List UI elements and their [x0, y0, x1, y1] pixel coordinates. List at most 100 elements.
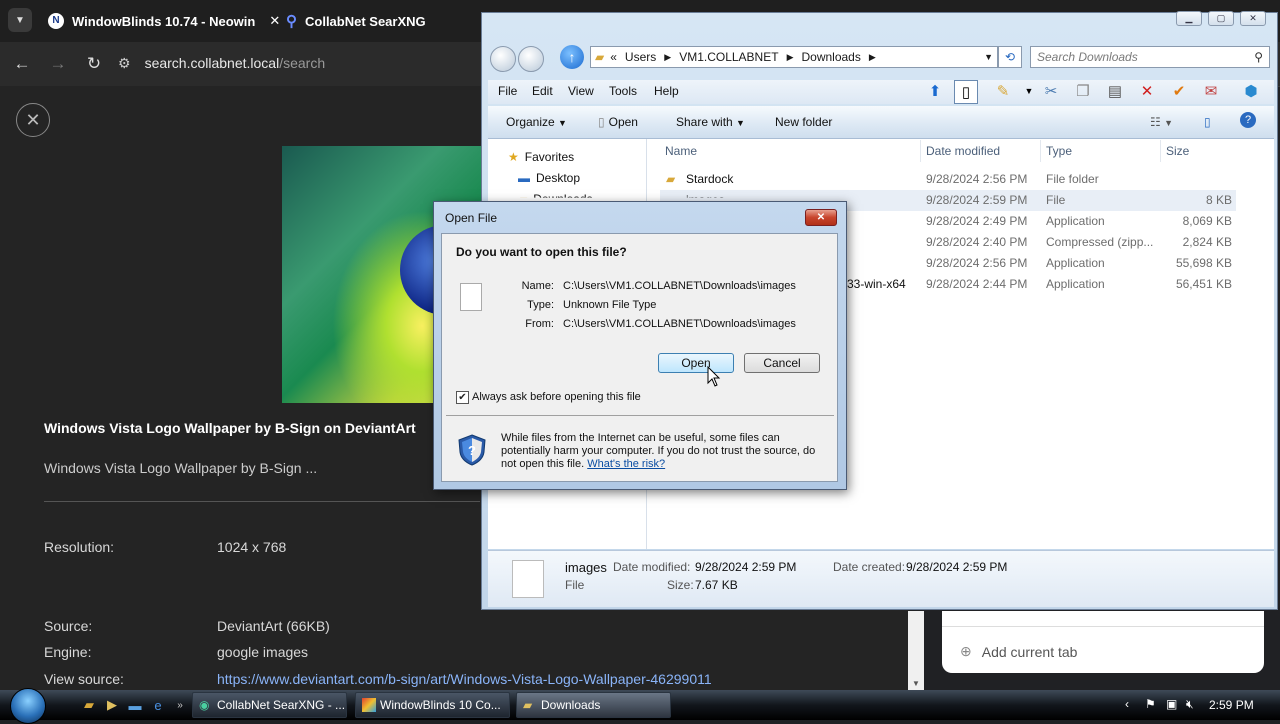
volume-muted-icon[interactable]: 🔇︎	[1186, 697, 1194, 712]
always-ask-label[interactable]: Always ask before opening this file	[472, 391, 641, 403]
resolution-label: Resolution:	[44, 539, 115, 555]
file-name: Stardock	[686, 172, 734, 186]
explorer-back-button[interactable]	[490, 46, 516, 72]
forward-button[interactable]: →	[46, 52, 70, 76]
network-icon[interactable]: ▣	[1166, 697, 1177, 711]
organize-button[interactable]: Organize ▼	[506, 115, 567, 129]
nav-favorites[interactable]: ★ Favorites	[508, 150, 574, 164]
always-ask-checkbox[interactable]: ✔	[456, 391, 469, 404]
menu-file[interactable]: File	[498, 84, 517, 98]
up-folder-icon[interactable]: ⬆	[924, 80, 946, 102]
tab-list-button[interactable]: ▼	[8, 8, 32, 32]
cut-icon[interactable]: ✂	[1040, 80, 1062, 102]
column-separator[interactable]	[1040, 140, 1041, 162]
url-bar[interactable]: ⚙ search.collabnet.local/search	[118, 49, 498, 77]
details-kind: File	[565, 578, 585, 592]
column-name[interactable]: Name	[665, 144, 697, 158]
media-quicklaunch-icon[interactable]: ▶	[104, 697, 120, 713]
arrow-right-icon: →	[49, 54, 67, 73]
help-icon[interactable]: ?	[1240, 112, 1256, 128]
details-date-created-label: Date created:	[833, 560, 906, 574]
ie-quicklaunch-icon[interactable]: e	[150, 697, 166, 713]
file-size: 8,069 KB	[1182, 214, 1232, 228]
nav-desktop[interactable]: ▬ Desktop	[518, 171, 580, 185]
dialog-open-button[interactable]: Open	[658, 353, 734, 373]
share-with-label: Share with	[676, 115, 733, 129]
file-date: 9/28/2024 2:59 PM	[926, 193, 1028, 207]
dropdown-icon[interactable]: ▼	[1018, 80, 1040, 102]
taskbar-windowblinds[interactable]: WindowBlinds 10 Co...	[355, 692, 510, 718]
folder-options-icon[interactable]: ✎	[992, 80, 1014, 102]
column-separator[interactable]	[920, 140, 921, 162]
taskbar-downloads[interactable]: ▰ Downloads	[516, 692, 671, 718]
start-button[interactable]	[10, 688, 46, 724]
column-type[interactable]: Type	[1046, 144, 1072, 158]
new-folder-button[interactable]: New folder	[775, 115, 832, 129]
view-source-link[interactable]: https://www.deviantart.com/b-sign/art/Wi…	[217, 671, 712, 687]
address-dropdown-icon[interactable]: ▼	[984, 52, 993, 62]
explorer-address-bar[interactable]: ▰ « Users ▶ VM1.COLLABNET ▶ Downloads ▶ ▼	[590, 46, 998, 68]
dialog-cancel-button[interactable]: Cancel	[744, 353, 820, 373]
tray-expand-icon[interactable]: ‹	[1125, 697, 1129, 711]
email-icon[interactable]: ✉	[1200, 80, 1222, 102]
close-icon[interactable]: ✕	[269, 13, 280, 29]
browser-icon: ◉	[199, 698, 210, 712]
explorer-up-button[interactable]: ↑	[560, 45, 584, 69]
delete-icon[interactable]: ✕	[1136, 80, 1158, 102]
column-separator[interactable]	[1160, 140, 1161, 162]
open-command-button[interactable]: ▯ Open	[598, 115, 638, 129]
column-date-modified[interactable]: Date modified	[926, 144, 1000, 158]
quicklaunch-more-icon[interactable]: »	[172, 697, 188, 713]
site-settings-icon[interactable]: ⚙	[118, 55, 131, 72]
breadcrumb-downloads[interactable]: Downloads	[801, 50, 860, 64]
explorer-details-pane	[488, 550, 1274, 607]
share-with-button[interactable]: Share with ▼	[676, 115, 745, 129]
menu-help[interactable]: Help	[654, 84, 679, 98]
menu-edit[interactable]: Edit	[532, 84, 553, 98]
internet-icon[interactable]: ⬢	[1240, 80, 1262, 102]
tab-searxng[interactable]: ⚲ CollabNet SearXNG	[286, 0, 426, 42]
maximize-button[interactable]: ▢	[1208, 11, 1234, 26]
file-date: 9/28/2024 2:40 PM	[926, 235, 1028, 249]
dialog-title: Open File	[445, 211, 498, 225]
dialog-close-button[interactable]: ✕	[805, 209, 837, 226]
properties-icon[interactable]: ✔	[1168, 80, 1190, 102]
close-icon: ✕	[1249, 13, 1257, 23]
preview-pane-icon[interactable]: ▯	[1204, 115, 1211, 129]
tab-neowin[interactable]: N WindowBlinds 10.74 - Neowin ✕	[48, 0, 280, 42]
dialog-from-value: C:\Users\VM1.COLLABNET\Downloads\images	[563, 318, 796, 330]
explorer-search-input[interactable]: Search Downloads ⚲	[1030, 46, 1270, 68]
result-title[interactable]: Windows Vista Logo Wallpaper by B-Sign o…	[44, 420, 416, 436]
reload-button[interactable]: ↻	[82, 52, 106, 76]
close-detail-button[interactable]: ✕	[16, 103, 50, 137]
close-icon: ✕	[816, 212, 826, 223]
copy-icon[interactable]: ❐	[1072, 80, 1094, 102]
taskbar-searxng[interactable]: ◉ CollabNet SearXNG - ...	[192, 692, 347, 718]
panes-icon[interactable]: ▯	[954, 80, 978, 104]
file-size: 8 KB	[1205, 193, 1232, 207]
explorer-refresh-button[interactable]: ⟲	[998, 46, 1022, 68]
minimize-button[interactable]: ▁	[1176, 11, 1202, 26]
menu-view[interactable]: View	[568, 84, 594, 98]
explorer-quicklaunch-icon[interactable]: ▰	[81, 697, 97, 713]
breadcrumb-users[interactable]: Users	[625, 50, 656, 64]
dialog-type-value: Unknown File Type	[563, 299, 657, 311]
add-current-tab-button[interactable]: ⊕ Add current tab	[960, 643, 1077, 660]
whats-the-risk-link[interactable]: What's the risk?	[587, 458, 665, 470]
folder-icon: ▰	[666, 172, 676, 186]
reload-icon: ↻	[86, 54, 102, 73]
show-desktop-icon[interactable]: ▬	[127, 697, 143, 713]
folder-icon: ▰	[595, 50, 605, 64]
taskbar-clock[interactable]: 2:59 PM	[1209, 698, 1254, 712]
paste-icon[interactable]: ▤	[1104, 80, 1126, 102]
menu-tools[interactable]: Tools	[609, 84, 637, 98]
breadcrumb-more[interactable]: «	[610, 50, 617, 64]
views-icon[interactable]: ☷ ▼	[1150, 115, 1173, 129]
explorer-forward-button[interactable]	[518, 46, 544, 72]
close-window-button[interactable]: ✕	[1240, 11, 1266, 26]
back-button[interactable]: ←	[10, 52, 34, 76]
flag-icon[interactable]: ⚑	[1145, 697, 1156, 711]
column-size[interactable]: Size	[1166, 144, 1189, 158]
page-scrollbar[interactable]: ▼	[908, 611, 924, 690]
breadcrumb-vm1[interactable]: VM1.COLLABNET	[679, 50, 778, 64]
